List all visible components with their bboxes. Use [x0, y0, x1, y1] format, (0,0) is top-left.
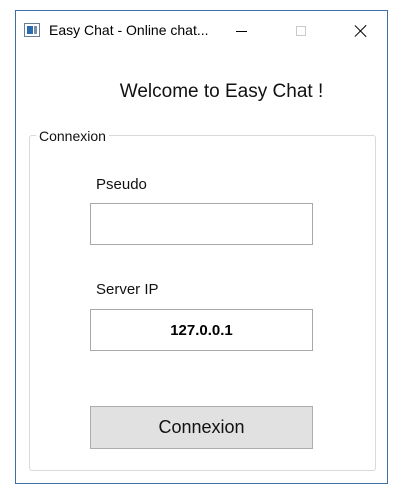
welcome-heading: Welcome to Easy Chat !: [119, 81, 324, 102]
title-bar[interactable]: Easy Chat - Online chat...: [16, 11, 387, 51]
window-title: Easy Chat - Online chat...: [49, 22, 209, 38]
maximize-icon: [296, 26, 306, 36]
minimize-icon: [235, 30, 247, 32]
close-icon: [355, 25, 367, 37]
server-ip-label: Server IP: [96, 281, 159, 298]
minimize-button[interactable]: [218, 11, 264, 51]
connexion-groupbox: Connexion Pseudo Server IP Connexion: [29, 128, 376, 471]
pseudo-input[interactable]: [90, 203, 313, 245]
app-window-icon: [24, 23, 40, 37]
pseudo-label: Pseudo: [96, 176, 147, 193]
app-window: Easy Chat - Online chat... Welcome to Ea…: [15, 10, 388, 484]
groupbox-legend: Connexion: [36, 128, 109, 144]
connexion-button[interactable]: Connexion: [90, 406, 313, 449]
maximize-button[interactable]: [278, 11, 324, 51]
close-button[interactable]: [338, 11, 384, 51]
server-ip-input[interactable]: [90, 309, 313, 351]
